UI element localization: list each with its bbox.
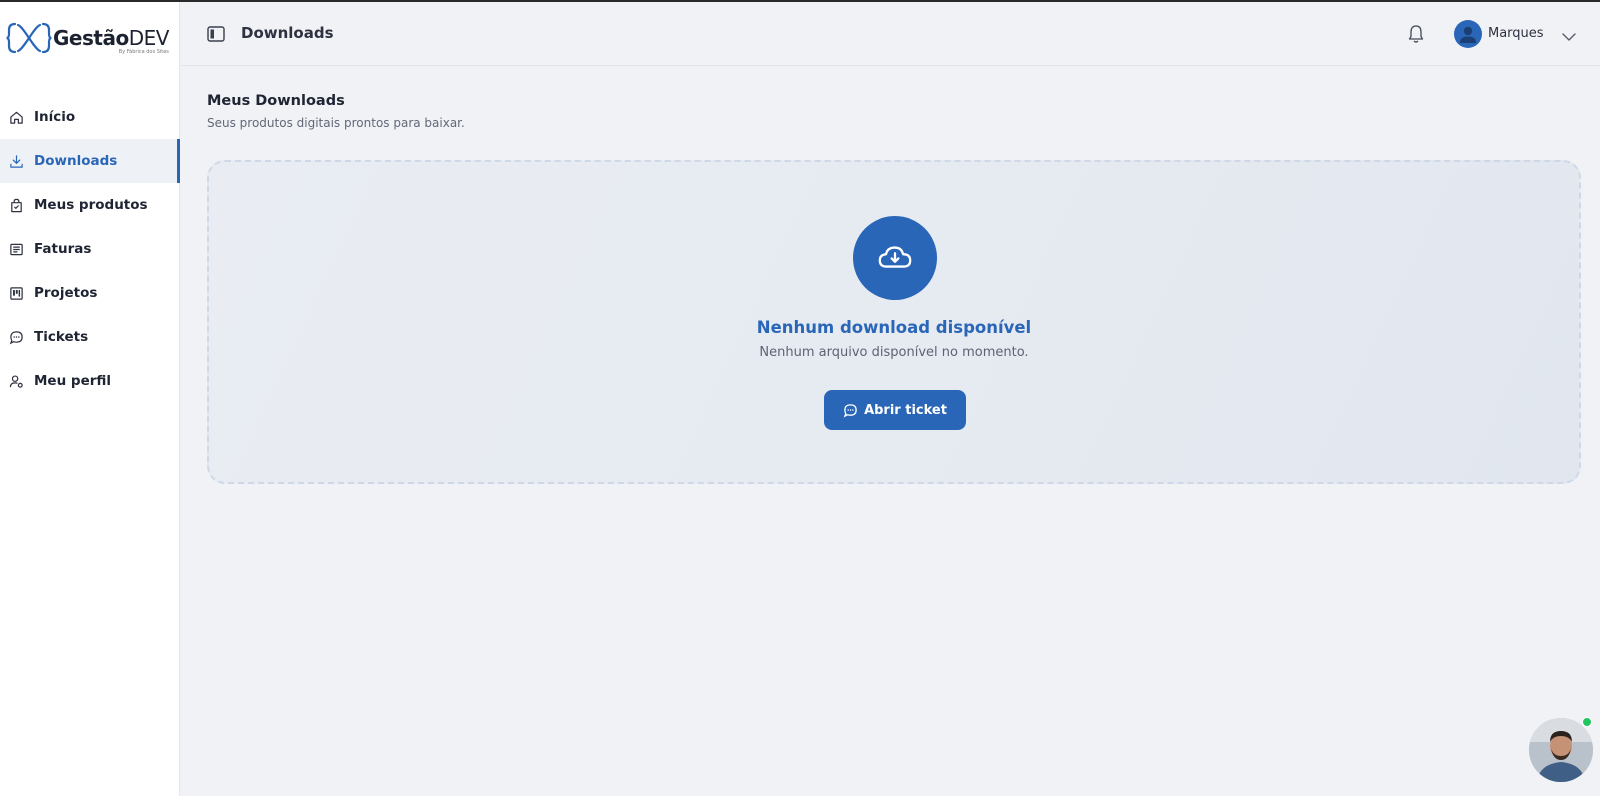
page-breadcrumb-title: Downloads [241,24,334,42]
sidebar: GestãoDEV By Fábrica dos Sites Início Do… [0,2,180,796]
download-icon [9,154,24,169]
shopping-bag-icon [9,198,24,213]
topbar: Downloads Marques [181,2,1600,66]
chevron-down-icon[interactable] [1561,28,1577,41]
sidebar-item-label: Tickets [34,329,89,345]
user-name[interactable]: Marques [1488,26,1544,41]
open-ticket-button[interactable]: Abrir ticket [824,390,966,430]
brand-name-bold: Gestão [53,26,129,50]
sidebar-nav: Início Downloads Meus produtos Faturas P… [0,95,180,403]
brand-text: GestãoDEV By Fábrica dos Sites [53,27,169,55]
bell-icon[interactable] [1407,24,1425,44]
sidebar-item-faturas[interactable]: Faturas [0,227,180,271]
sidebar-item-downloads[interactable]: Downloads [0,139,180,183]
sidebar-item-projetos[interactable]: Projetos [0,271,180,315]
cloud-download-icon [878,246,912,268]
brand-name: GestãoDEV [53,27,169,49]
user-silhouette-icon [1460,26,1476,43]
sidebar-item-inicio[interactable]: Início [0,95,180,139]
chat-bubble-icon [843,403,857,417]
sidebar-item-meus-produtos[interactable]: Meus produtos [0,183,180,227]
brand-name-light: DEV [128,26,170,50]
page-title: Meus Downloads [207,93,345,109]
support-chat-avatar[interactable] [1529,718,1593,782]
sidebar-item-label: Meu perfil [34,373,112,389]
empty-state-description: Nenhum arquivo disponível no momento. [759,345,1029,360]
online-status-dot [1582,717,1592,727]
empty-state-card: Nenhum download disponível Nenhum arquiv… [207,160,1581,484]
page-subtitle: Seus produtos digitais prontos para baix… [207,116,465,130]
sidebar-item-label: Downloads [34,153,118,169]
sidebar-item-label: Meus produtos [34,197,148,213]
brand-logo[interactable]: GestãoDEV By Fábrica dos Sites [6,20,176,56]
user-avatar[interactable] [1454,20,1482,48]
kanban-icon [9,286,24,301]
support-agent-photo-icon [1529,718,1593,782]
empty-state-title: Nenhum download disponível [756,318,1032,337]
sidebar-item-meu-perfil[interactable]: Meu perfil [0,359,180,403]
open-ticket-button-label: Abrir ticket [864,402,947,418]
home-icon [9,110,24,125]
sidebar-item-label: Projetos [34,285,98,301]
sidebar-item-label: Faturas [34,241,92,257]
brand-tagline: By Fábrica dos Sites [118,49,169,55]
sidebar-toggle-icon[interactable] [207,26,225,42]
invoice-icon [9,242,24,257]
chat-bubble-icon [9,330,24,345]
brand-logo-mark-icon [6,22,52,54]
user-settings-icon [9,374,24,389]
sidebar-item-label: Início [34,109,76,125]
sidebar-item-tickets[interactable]: Tickets [0,315,180,359]
empty-state-icon-circle [853,216,937,300]
